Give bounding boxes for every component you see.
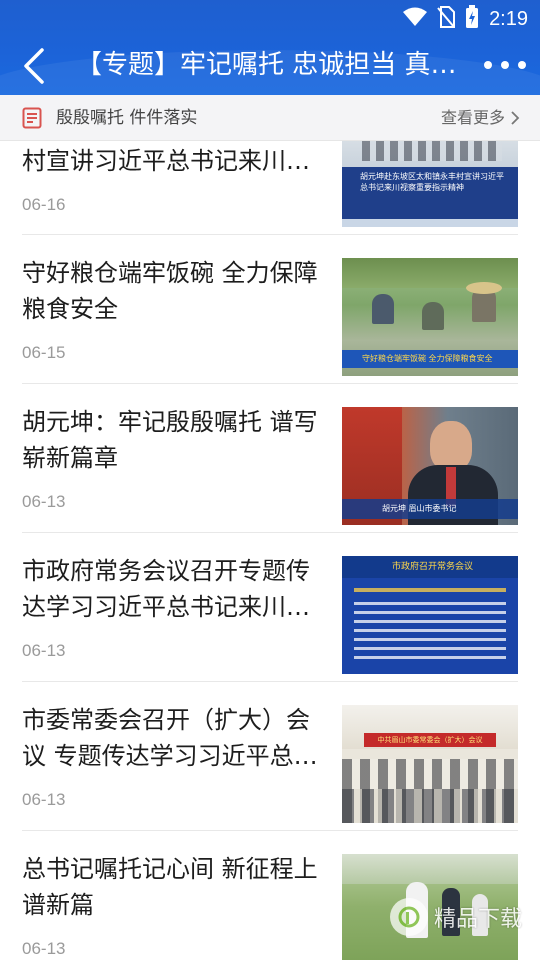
thumbnail-caption: 守好粮仓端牢饭碗 全力保障粮食安全 (362, 354, 493, 363)
see-more-label: 查看更多 (440, 108, 505, 127)
article-thumbnail: 市政府召开常务会议 (342, 556, 518, 674)
article-item[interactable]: 守好粮仓端牢饭碗 全力保障粮食安全 06-15 守好粮仓端牢饭碗 全力保障粮食安… (22, 235, 518, 384)
article-date: 06-13 (22, 790, 66, 809)
article-title: 胡元坤：牢记殷殷嘱托 谱写崭新篇章 (22, 408, 318, 472)
watermark-text: 精品下载 (434, 907, 523, 932)
more-dot-icon (501, 61, 509, 69)
more-dot-icon (518, 61, 526, 69)
thumbnail-caption: 胡元坤赴东坡区太和镇永丰村宣讲习近平总书记来川视察重要指示精神 (360, 172, 504, 192)
battery-charging-icon (465, 5, 479, 33)
thumbnail-caption: 中共眉山市委常委会（扩大）会议 (377, 736, 483, 744)
status-time: 2:19 (489, 7, 528, 30)
article-list: 村宣讲习近平总书记来川视察重要指示精神 06-16 胡元坤赴东坡区太和镇永丰村宣… (0, 141, 540, 960)
app-header: 2:19 【专题】牢记嘱托 忠诚担当 真抓实干 (0, 0, 540, 95)
article-item[interactable]: 市政府常务会议召开专题传达学习习近平总书记来川视察重要指示精神 06-13 市政… (22, 533, 518, 682)
watermark: 精品下载 (390, 898, 522, 936)
article-item[interactable]: 总书记嘱托记心间 新征程上谱新篇 06-13 (22, 831, 518, 960)
back-button[interactable] (16, 46, 52, 86)
article-thumbnail: 胡元坤 眉山市委书记 (342, 407, 518, 525)
no-sim-icon (437, 6, 456, 32)
article-thumbnail: 中共眉山市委常委会（扩大）会议 (342, 705, 518, 823)
article-date: 06-16 (22, 195, 66, 214)
article-title: 守好粮仓端牢饭碗 全力保障粮食安全 (22, 259, 318, 323)
page-title: 【专题】牢记嘱托 忠诚担当 真抓实干 (76, 50, 476, 80)
article-item[interactable]: 村宣讲习近平总书记来川视察重要指示精神 06-16 胡元坤赴东坡区太和镇永丰村宣… (22, 141, 518, 235)
status-bar: 2:19 (403, 5, 528, 33)
article-date: 06-13 (22, 939, 66, 958)
watermark-logo-icon (390, 898, 428, 936)
back-arrow-icon (24, 48, 44, 84)
nav-row: 【专题】牢记嘱托 忠诚担当 真抓实干 (0, 36, 540, 94)
chevron-right-icon (511, 111, 520, 125)
thumbnail-caption: 市政府召开常务会议 (392, 562, 474, 572)
article-item[interactable]: 市委常委会召开（扩大）会议 专题传达学习习近平总书记来川视察重要指示精神 06-… (22, 682, 518, 831)
article-title: 市委常委会召开（扩大）会议 专题传达学习习近平总书记来川视察重要指示精神 (22, 706, 318, 770)
topic-subheader: 殷殷嘱托 件件落实 查看更多 (0, 95, 540, 141)
document-icon (22, 107, 42, 133)
article-title: 总书记嘱托记心间 新征程上谱新篇 (22, 855, 318, 919)
thumbnail-caption: 胡元坤 眉山市委书记 (382, 504, 457, 513)
article-title: 市政府常务会议召开专题传达学习习近平总书记来川视察重要指示精神 (22, 557, 310, 621)
article-thumbnail: 守好粮仓端牢饭碗 全力保障粮食安全 (342, 258, 518, 376)
more-options-button[interactable] (484, 50, 526, 80)
article-date: 06-13 (22, 492, 66, 511)
article-thumbnail: 胡元坤赴东坡区太和镇永丰村宣讲习近平总书记来川视察重要指示精神 (342, 141, 518, 227)
article-item[interactable]: 胡元坤：牢记殷殷嘱托 谱写崭新篇章 06-13 胡元坤 眉山市委书记 (22, 384, 518, 533)
article-date: 06-15 (22, 343, 66, 362)
article-title: 村宣讲习近平总书记来川视察重要指示精神 (22, 147, 332, 175)
article-date: 06-13 (22, 641, 66, 660)
see-more-link[interactable]: 查看更多 (441, 106, 520, 130)
subheader-title: 殷殷嘱托 件件落实 (56, 108, 198, 128)
wifi-icon (403, 7, 428, 31)
more-dot-icon (484, 61, 492, 69)
